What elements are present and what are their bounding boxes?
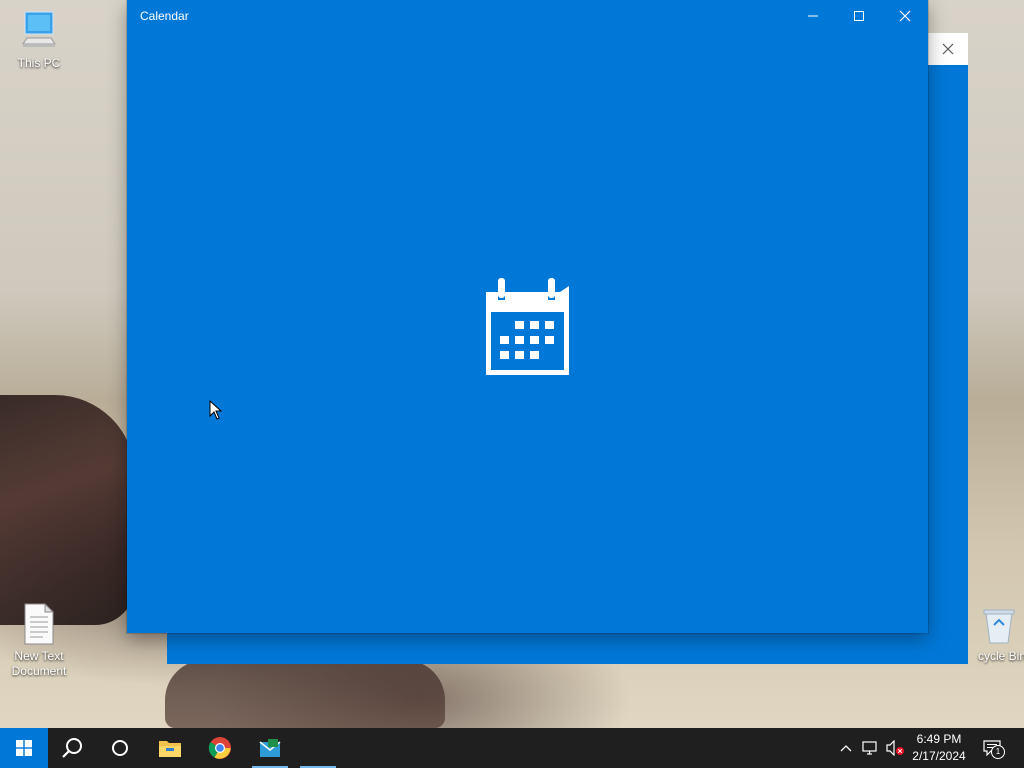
maximize-button[interactable] — [836, 0, 882, 32]
taskbar-file-explorer[interactable] — [146, 728, 194, 768]
desktop-icon-this-pc[interactable]: This PC — [1, 10, 77, 71]
folder-icon — [159, 741, 181, 757]
notification-count-badge: 1 — [991, 745, 1005, 759]
computer-icon — [22, 11, 56, 47]
calendar-icon — [486, 278, 569, 375]
taskbar-mail-app[interactable] — [294, 728, 342, 768]
desktop-icon-label: cycle Bin — [977, 649, 1024, 663]
taskbar — [0, 728, 1024, 768]
action-center-button[interactable]: 1 — [980, 728, 1005, 768]
chevron-up-icon — [840, 745, 852, 752]
cortana-button[interactable] — [96, 728, 144, 768]
chrome-icon — [208, 737, 231, 759]
volume-tray-button[interactable] — [884, 728, 906, 768]
taskbar-chrome[interactable] — [196, 728, 244, 768]
minimize-button[interactable] — [790, 0, 836, 32]
network-icon — [862, 741, 877, 755]
desktop-icon-label: This PC — [17, 56, 61, 70]
search-icon — [62, 738, 82, 758]
wallpaper-horse — [0, 395, 135, 625]
minimize-icon — [808, 15, 818, 17]
maximize-icon — [854, 11, 864, 21]
volume-muted-icon — [886, 740, 904, 756]
network-tray-button[interactable] — [860, 728, 882, 768]
calendar-window[interactable]: Calendar — [127, 0, 928, 633]
desktop-icon-label: New Text Document — [11, 649, 67, 678]
windows-logo-icon — [16, 740, 32, 756]
taskbar-clock[interactable]: 6:49 PM 2/17/2024 — [906, 728, 972, 768]
calendar-mail-app-icon — [259, 739, 281, 757]
cortana-icon — [112, 740, 128, 756]
search-button[interactable] — [48, 728, 96, 768]
window-title: Calendar — [140, 9, 189, 23]
clock-date: 2/17/2024 — [912, 749, 966, 763]
show-hidden-icons-button[interactable] — [836, 728, 856, 768]
close-icon — [899, 10, 911, 22]
recycle-bin-icon — [983, 609, 1015, 644]
window-titlebar[interactable]: Calendar — [127, 0, 928, 32]
close-button[interactable] — [882, 0, 928, 32]
text-document-icon — [24, 603, 55, 645]
desktop-icon-new-text-document[interactable]: New Text Document — [1, 603, 77, 679]
clock-time: 6:49 PM — [916, 732, 962, 746]
taskbar-calendar-app[interactable] — [246, 728, 294, 768]
background-window-close-button[interactable] — [927, 33, 968, 65]
window-controls — [790, 0, 928, 32]
start-button[interactable] — [0, 728, 48, 768]
wallpaper-horse-legs — [165, 660, 445, 728]
close-icon — [942, 43, 953, 55]
mouse-cursor-icon — [209, 400, 223, 420]
